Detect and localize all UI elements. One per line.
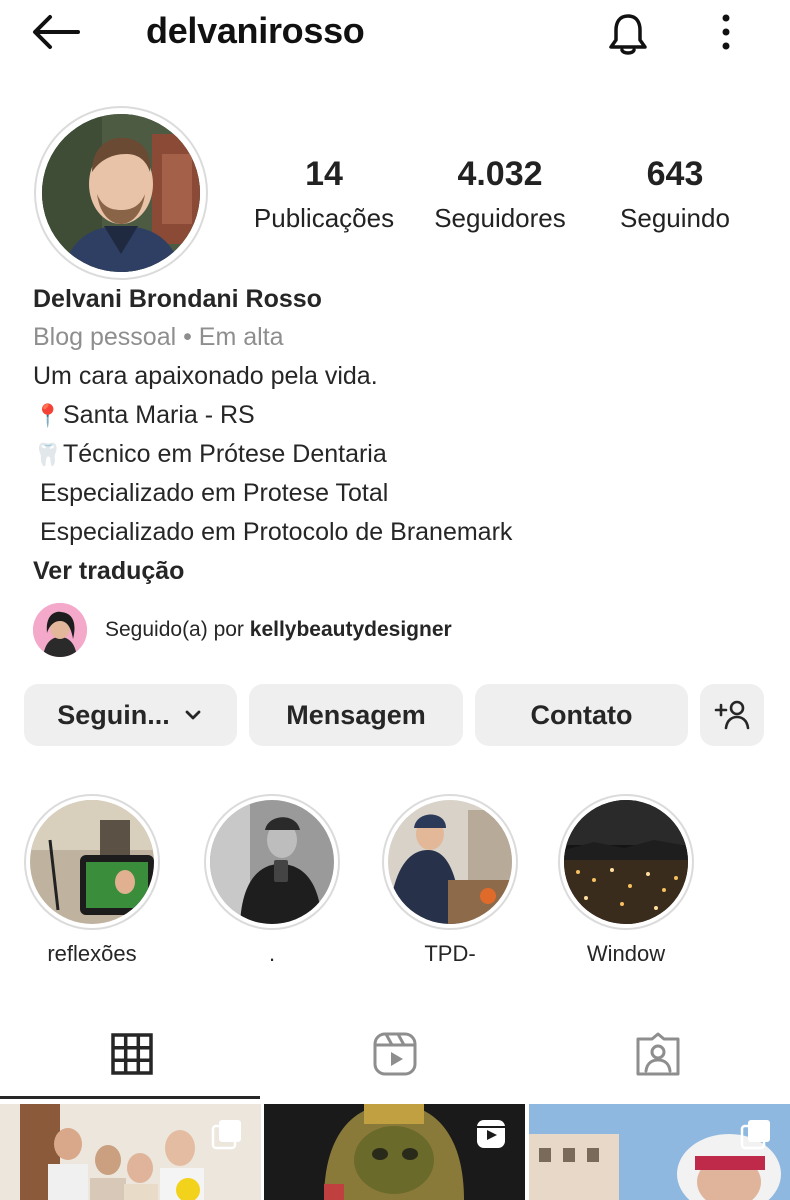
message-button[interactable]: Mensagem [249, 684, 463, 746]
avatar [42, 114, 200, 272]
highlight-label: TPD- [424, 941, 476, 966]
tooth-icon: 🦷 [34, 442, 62, 467]
grid-icon [110, 1033, 153, 1075]
contact-button[interactable]: Contato [475, 684, 688, 746]
bio-line: Especializado em Protese Total [33, 479, 389, 507]
posts-count-label: Publicações [253, 203, 395, 233]
following-count[interactable]: 643 Seguindo [600, 150, 750, 238]
bio-line: Especializado em Protocolo de Branemark [33, 518, 513, 546]
profile-avatar-ring[interactable] [34, 106, 208, 280]
highlight-label: Window [586, 941, 666, 966]
highlight-cover-image [30, 800, 154, 924]
bio-line-text: Técnico em Prótese Dentaria [63, 440, 387, 468]
top-bar: delvanirosso [0, 0, 790, 64]
follower-avatar [33, 603, 87, 657]
followed-by-username: kellybeautydesigner [249, 618, 452, 641]
highlight-cover-image [388, 800, 512, 924]
post-thumbnail[interactable] [529, 1104, 790, 1200]
chevron-down-icon [185, 710, 201, 720]
story-highlight[interactable]: . [202, 794, 342, 968]
bio-line-text: Santa Maria - RS [63, 401, 255, 429]
tab-tagged[interactable] [526, 1010, 789, 1098]
following-button-label: Seguin... [57, 699, 170, 730]
message-button-label: Mensagem [286, 699, 426, 730]
highlight-ring [558, 794, 694, 930]
followers-count-value: 4.032 [457, 155, 543, 193]
more-vertical-icon[interactable] [708, 12, 744, 52]
profile-category[interactable]: Blog pessoal • Em alta [33, 318, 773, 357]
highlight-ring [204, 794, 340, 930]
carousel-icon [740, 1120, 770, 1150]
highlight-cover-image [564, 800, 688, 924]
posts-grid [0, 1104, 790, 1200]
highlight-label: reflexões [47, 941, 137, 966]
tagged-icon [636, 1032, 679, 1076]
bio-line: Um cara apaixonado pela vida. [33, 362, 378, 390]
story-highlight[interactable]: Window [556, 794, 696, 968]
bell-icon[interactable] [604, 10, 652, 58]
arrow-left-icon[interactable] [30, 12, 82, 52]
following-button[interactable]: Seguin... [24, 684, 237, 746]
profile-tabs [0, 1010, 790, 1098]
carousel-icon [211, 1120, 241, 1150]
posts-count-value: 14 [305, 155, 343, 193]
followers-count-label: Seguidores [434, 203, 566, 233]
pin-icon: 📍 [34, 403, 62, 428]
posts-count[interactable]: 14 Publicações [240, 150, 408, 238]
followed-by[interactable]: Seguido(a) por kellybeautydesigner [33, 602, 452, 658]
tab-posts-grid[interactable] [0, 1010, 263, 1098]
highlight-ring [382, 794, 518, 930]
active-tab-indicator [0, 1096, 260, 1099]
story-highlight[interactable]: TPD- [380, 794, 520, 968]
add-person-button[interactable] [700, 684, 764, 746]
profile-username: delvanirosso [146, 10, 365, 51]
see-translation-link[interactable]: Ver tradução [33, 552, 773, 591]
reels-icon [373, 1032, 416, 1076]
contact-button-label: Contato [530, 699, 633, 730]
following-count-value: 643 [646, 155, 704, 193]
highlight-cover-image [210, 800, 334, 924]
add-person-icon [714, 700, 750, 730]
post-thumbnail[interactable] [264, 1104, 525, 1200]
highlight-ring [24, 794, 160, 930]
reel-badge-icon [477, 1120, 505, 1148]
profile-bio: Delvani Brondani Rosso Blog pessoal • Em… [33, 280, 773, 591]
following-count-label: Seguindo [620, 203, 730, 233]
profile-full-name: Delvani Brondani Rosso [33, 285, 322, 313]
story-highlight[interactable]: reflexões [22, 794, 162, 968]
followers-count[interactable]: 4.032 Seguidores [420, 150, 580, 238]
tab-reels[interactable] [263, 1010, 526, 1098]
followed-by-text: Seguido(a) por kellybeautydesigner [105, 618, 452, 642]
bio-line-location: 📍Santa Maria - RS [33, 396, 773, 435]
post-thumbnail[interactable] [0, 1104, 261, 1200]
bio-line-profession: 🦷Técnico em Prótese Dentaria [33, 435, 773, 474]
highlight-label: . [268, 941, 276, 966]
followed-by-prefix: Seguido(a) por [105, 618, 250, 641]
